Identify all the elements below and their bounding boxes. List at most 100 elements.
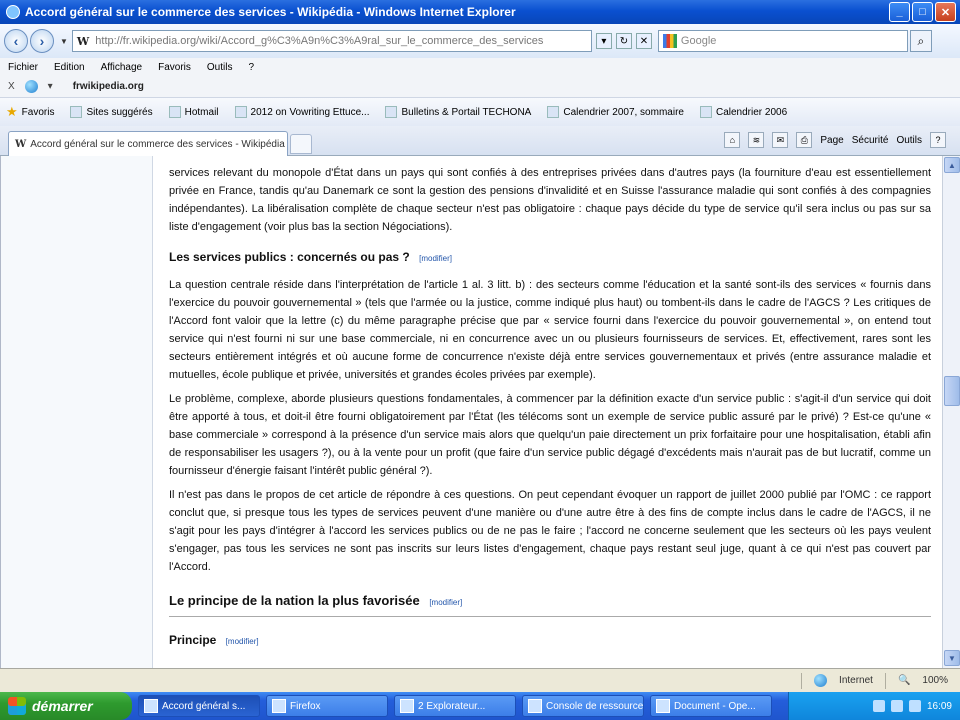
refresh-icon[interactable]: ↻ <box>615 33 632 49</box>
history-dropdown-icon[interactable]: ▼ <box>60 37 68 46</box>
address-actions: ▾ ↻ ✕ <box>595 33 652 49</box>
calendar-icon <box>699 106 712 118</box>
suggested-sites-icon <box>70 106 83 118</box>
title-bar: Accord général sur le commerce des servi… <box>0 0 960 24</box>
window-title: Accord général sur le commerce des servi… <box>25 5 516 19</box>
hotmail-icon <box>168 106 181 118</box>
tools-menu[interactable]: Outils <box>896 135 922 146</box>
page-icon <box>234 106 247 118</box>
toolbar-brand[interactable]: frwikipedia.org <box>73 81 144 92</box>
taskbar: démarrer Accord général s... Firefox 2 E… <box>0 692 960 720</box>
task-label: Document - Ope... <box>674 700 756 712</box>
fav-item-suggested[interactable]: Sites suggérés <box>70 106 153 118</box>
task-label: Firefox <box>290 700 321 712</box>
feeds-icon[interactable]: ≋ <box>748 132 765 148</box>
search-input[interactable]: Google <box>657 30 908 52</box>
menu-file[interactable]: Fichier <box>8 62 38 73</box>
forward-arrow-icon: › <box>39 33 45 49</box>
mail-icon[interactable]: ✉ <box>772 132 789 148</box>
task-firefox[interactable]: Firefox <box>266 695 388 717</box>
tab-article[interactable]: W Accord général sur le commerce des ser… <box>8 131 288 156</box>
fav-item-bulletins[interactable]: Bulletins & Portail TECHONA <box>385 106 531 118</box>
section-heading-services: Les services publics : concernés ou pas … <box>169 248 931 268</box>
fav-item-2012[interactable]: 2012 on Vowriting Ettuce... <box>234 106 370 118</box>
clock[interactable]: 16:09 <box>927 701 952 712</box>
help-icon[interactable]: ? <box>930 132 946 148</box>
fav-label: Calendrier 2007, sommaire <box>563 106 684 118</box>
security-icon[interactable] <box>908 700 921 712</box>
address-url: http://fr.wikipedia.org/wiki/Accord_g%C3… <box>95 35 544 47</box>
zoom-level[interactable]: 100% <box>922 675 948 686</box>
task-explorer[interactable]: 2 Explorateur... <box>394 695 516 717</box>
volume-icon[interactable] <box>890 700 903 712</box>
fav-item-hotmail[interactable]: Hotmail <box>168 106 219 118</box>
command-bar: ⌂ ≋ ✉ ⎙ Page Sécurité Outils ? <box>724 132 946 148</box>
links-toolbar: X ▾ frwikipedia.org <box>0 76 960 98</box>
system-tray: 16:09 <box>788 692 960 720</box>
section-heading-nation: Le principe de la nation la plus favoris… <box>169 592 931 617</box>
task-console[interactable]: Console de ressources <box>522 695 644 717</box>
home-icon[interactable]: ⌂ <box>724 132 741 148</box>
menu-favorites[interactable]: Favoris <box>158 62 191 73</box>
zoom-icon: 🔍 <box>897 675 911 686</box>
fav-item-calendar-2007[interactable]: Calendrier 2007, sommaire <box>547 106 684 118</box>
new-tab-button[interactable] <box>290 134 312 154</box>
status-divider <box>884 672 886 689</box>
wiki-sidebar <box>1 156 153 668</box>
status-divider <box>801 672 803 689</box>
menu-edit[interactable]: Edition <box>54 62 85 73</box>
forward-button[interactable]: › <box>30 29 54 53</box>
windows-logo-icon <box>8 697 26 715</box>
fav-label: Sites suggérés <box>86 106 153 118</box>
edit-link[interactable]: [modifier] <box>429 598 462 607</box>
heading-text: Principe <box>169 633 217 647</box>
print-icon[interactable]: ⎙ <box>796 132 813 148</box>
menu-tools[interactable]: Outils <box>207 62 233 73</box>
close-button[interactable]: ✕ <box>935 2 956 22</box>
scroll-down-icon[interactable]: ▼ <box>944 650 960 666</box>
scroll-thumb[interactable] <box>944 376 960 406</box>
task-label: 2 Explorateur... <box>418 700 486 712</box>
address-bar[interactable]: W http://fr.wikipedia.org/wiki/Accord_g%… <box>71 30 592 52</box>
fav-label: 2012 on Vowriting Ettuce... <box>250 106 370 118</box>
page-menu[interactable]: Page <box>820 135 843 146</box>
network-icon[interactable] <box>872 700 885 712</box>
security-zone[interactable]: Internet <box>839 675 873 686</box>
tab-label: Accord général sur le commerce des servi… <box>30 138 285 150</box>
toolbar-dropdown-icon[interactable]: ▾ <box>48 81 53 92</box>
wikipedia-favicon-icon: W <box>15 138 27 150</box>
edit-link[interactable]: [modifier] <box>226 637 259 646</box>
menu-help[interactable]: ? <box>248 62 254 73</box>
paragraph: Le problème, complexe, aborde plusieurs … <box>169 393 931 477</box>
task-ie[interactable]: Accord général s... <box>138 695 260 717</box>
edit-link[interactable]: [modifier] <box>419 254 452 263</box>
heading-text: Les services publics : concernés ou pas … <box>169 250 410 264</box>
start-button[interactable]: démarrer <box>0 692 132 720</box>
window-controls: _ □ ✕ <box>889 2 956 22</box>
heading-text: Le principe de la nation la plus favoris… <box>169 593 420 608</box>
compat-view-icon[interactable]: ▾ <box>595 33 612 49</box>
minimize-button[interactable]: _ <box>889 2 910 22</box>
favorites-label: Favoris <box>21 106 55 118</box>
scroll-up-icon[interactable]: ▲ <box>944 157 960 173</box>
fav-item-calendar-2006[interactable]: Calendrier 2006 <box>699 106 787 118</box>
wikipedia-favicon-icon: W <box>76 34 90 48</box>
search-button[interactable]: ⌕ <box>909 30 932 52</box>
vertical-scrollbar[interactable]: ▲ ▼ <box>942 156 960 668</box>
paragraph: La question centrale réside dans l'inter… <box>169 279 931 381</box>
security-menu[interactable]: Sécurité <box>852 135 889 146</box>
back-arrow-icon: ‹ <box>13 33 19 49</box>
console-icon <box>528 699 542 713</box>
back-button[interactable]: ‹ <box>4 29 28 53</box>
toolbar-close-icon[interactable]: X <box>8 81 15 92</box>
globe-icon <box>24 80 38 93</box>
task-document[interactable]: Document - Ope... <box>650 695 772 717</box>
google-icon <box>662 34 677 48</box>
ie-icon <box>6 5 20 19</box>
favorites-button[interactable]: ★ Favoris <box>6 104 54 120</box>
menu-view[interactable]: Affichage <box>101 62 143 73</box>
maximize-button[interactable]: □ <box>912 2 933 22</box>
start-label: démarrer <box>32 698 93 714</box>
stop-icon[interactable]: ✕ <box>635 33 652 49</box>
page-icon <box>385 106 398 118</box>
